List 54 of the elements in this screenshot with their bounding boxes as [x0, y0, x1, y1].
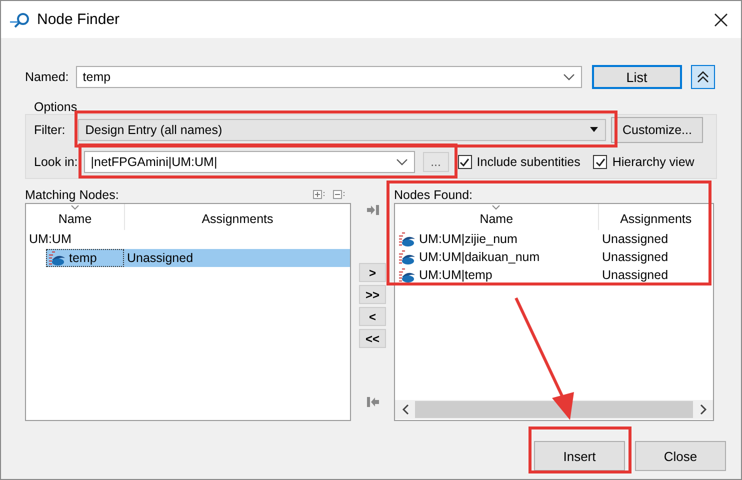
window-title: Node Finder	[37, 11, 121, 28]
transfer-button[interactable]: <<	[359, 329, 386, 348]
transfer-button[interactable]: <	[359, 307, 386, 326]
dropdown-arrow-icon[interactable]	[589, 127, 600, 133]
checkbox-label: Include subentities	[476, 155, 580, 169]
assignment-text: Unassigned	[601, 249, 668, 266]
collapse-all-icon[interactable]	[333, 190, 345, 200]
column-header[interactable]: Assignments	[124, 204, 350, 230]
node-icon	[398, 250, 416, 264]
named-combo-box[interactable]: temp	[76, 66, 582, 88]
node-name: UM:UM|zijie_num	[419, 232, 518, 246]
checkbox[interactable]	[458, 155, 472, 169]
node-row[interactable]: UM:UM|zijie_num Unassigned	[395, 230, 713, 248]
tree-item[interactable]: UM:UM	[26, 230, 350, 248]
tree-row[interactable]: temp Unassigned	[46, 249, 350, 267]
look-in-combo-box[interactable]: |netFPGAmini|UM:UM|	[84, 151, 415, 173]
checkbox-label: Hierarchy view	[612, 155, 694, 169]
browse-button[interactable]: ...	[422, 152, 449, 172]
arrow-to-bar-icon[interactable]	[366, 204, 380, 216]
scrollbar-thumb[interactable]	[415, 401, 693, 418]
pane-title: Matching Nodes:	[25, 188, 120, 202]
field-label: Filter:	[34, 123, 66, 137]
bar-arrow-icon[interactable]	[366, 396, 380, 408]
transfer-button[interactable]: >	[359, 263, 386, 282]
sort-icon	[71, 205, 79, 210]
column-header[interactable]: Name	[26, 204, 124, 230]
dialog-button[interactable]: Insert	[534, 441, 625, 471]
field-label: Look in:	[34, 155, 78, 169]
node-row[interactable]: UM:UM|daikuan_num Unassigned	[395, 248, 713, 266]
app-icon	[9, 10, 31, 28]
transfer-button[interactable]: >>	[359, 285, 386, 304]
node-row[interactable]: UM:UM|temp Unassigned	[395, 266, 713, 284]
column-header[interactable]: Name	[395, 204, 598, 230]
checkbox[interactable]	[593, 155, 608, 169]
assignment-text: Unassigned	[126, 250, 194, 267]
expand-all-icon[interactable]	[313, 190, 325, 200]
node-name: temp	[69, 251, 97, 265]
dialog-button[interactable]: Close	[635, 441, 726, 471]
customize-button[interactable]: Customize...	[611, 117, 704, 143]
pane-title: Nodes Found:	[394, 188, 474, 202]
column-header[interactable]: Assignments	[598, 204, 713, 230]
node-icon	[398, 232, 416, 246]
node-name: UM:UM|temp	[419, 268, 492, 282]
collapse-icon[interactable]	[690, 65, 715, 89]
node-icon	[48, 250, 66, 266]
list-button[interactable]: List	[592, 65, 682, 89]
assignment-text: Unassigned	[601, 231, 668, 248]
assignment-text: Unassigned	[601, 267, 668, 284]
sort-icon	[492, 205, 500, 210]
filter-dropdown[interactable]: Design Entry (all names)	[78, 119, 606, 141]
node-icon	[398, 268, 416, 282]
field-label: Named:	[25, 70, 69, 84]
node-name: UM:UM|daikuan_num	[419, 250, 540, 264]
group-title: Options	[34, 100, 78, 114]
